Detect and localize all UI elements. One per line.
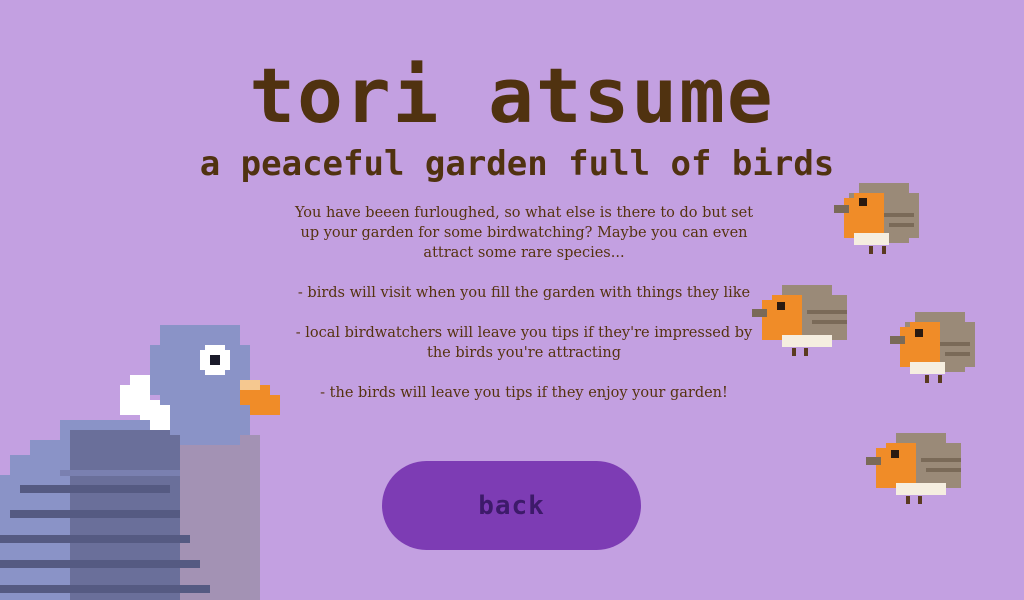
robin-sprite [866, 433, 961, 504]
game-title: tori atsume [249, 51, 775, 140]
feature-item: - local birdwatchers will leave you tips… [295, 325, 753, 361]
game-description: You have beeen furloughed, so what else … [292, 203, 756, 423]
robin-sprite [834, 183, 919, 254]
pigeon-sprite [0, 325, 280, 600]
back-button[interactable]: back [382, 461, 641, 550]
description-intro: You have beeen furloughed, so what else … [294, 205, 754, 261]
feature-item: - the birds will leave you tips if they … [320, 385, 728, 401]
robin-sprite [890, 312, 975, 383]
robin-sprite [752, 285, 847, 356]
feature-item: - birds will visit when you fill the gar… [297, 285, 751, 301]
